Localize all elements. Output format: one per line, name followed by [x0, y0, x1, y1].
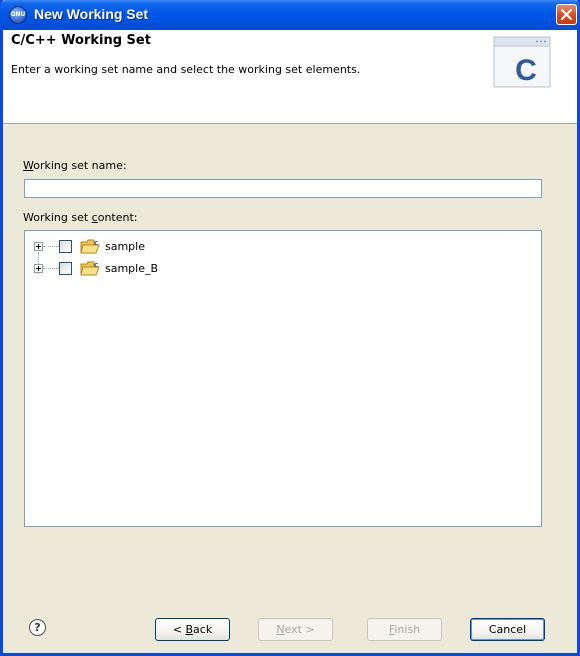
tree-item-label: sample_B	[105, 262, 159, 275]
tree-item-checkbox[interactable]	[59, 262, 72, 275]
expand-icon[interactable]	[34, 264, 43, 273]
close-button[interactable]	[556, 4, 577, 25]
page-title: C/C++ Working Set	[11, 33, 151, 48]
finish-button[interactable]: Finish	[367, 618, 442, 641]
next-button[interactable]: Next >	[258, 618, 333, 641]
c-project-folder-icon: c	[80, 239, 100, 254]
finish-rest: inish	[394, 623, 421, 636]
svg-text:c: c	[94, 239, 98, 247]
expand-icon[interactable]	[34, 242, 43, 251]
mnemonic-n: N	[276, 623, 285, 636]
svg-text:c: c	[94, 261, 98, 269]
mnemonic-w: W	[23, 159, 34, 172]
working-set-name-input[interactable]	[24, 179, 542, 198]
window-title: New Working Set	[34, 6, 149, 22]
tree-item-checkbox[interactable]	[59, 240, 72, 253]
close-icon	[561, 9, 572, 20]
gnu-app-icon: GNU	[9, 6, 27, 24]
page-description: Enter a working set name and select the …	[11, 63, 361, 76]
label-rest: orking set name:	[33, 159, 127, 172]
mnemonic-b: B	[185, 623, 194, 636]
title-bar[interactable]: GNU New Working Set	[0, 0, 580, 30]
next-rest: ext >	[284, 623, 315, 636]
back-rest: ack	[193, 623, 213, 636]
tree-connector	[43, 246, 59, 247]
c-project-banner-icon: C	[493, 36, 551, 88]
working-set-name-label: Working set name:	[23, 159, 127, 172]
label-rest: ontent:	[97, 211, 138, 224]
c-project-folder-icon: c	[80, 261, 100, 276]
tree-connector	[43, 268, 59, 269]
label-prefix: Working set	[23, 211, 92, 224]
back-prefix: <	[172, 623, 186, 636]
working-set-content-label: Working set content:	[23, 211, 138, 224]
tree-item-sample[interactable]: c sample	[25, 236, 325, 258]
back-button[interactable]: < Back	[155, 618, 230, 641]
tree-item-label: sample	[105, 240, 145, 253]
cancel-button[interactable]: Cancel	[470, 618, 545, 641]
help-icon[interactable]: ?	[29, 619, 46, 636]
banner-letter: C	[515, 54, 537, 87]
tree-item-sample-b[interactable]: c sample_B	[25, 258, 325, 280]
working-set-content-tree[interactable]: c sample c sample_B	[24, 230, 542, 527]
